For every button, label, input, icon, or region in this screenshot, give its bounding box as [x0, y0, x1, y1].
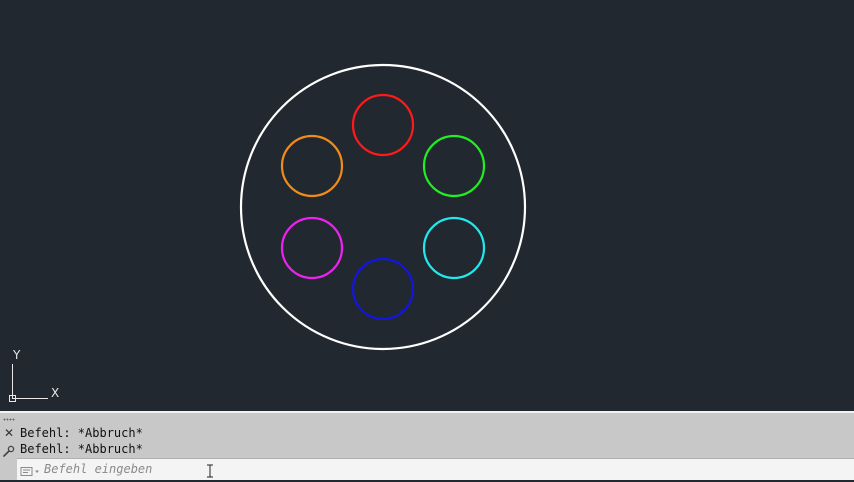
- close-icon[interactable]: ✕: [3, 427, 15, 439]
- ucs-icon: Y X: [0, 340, 80, 410]
- panel-left-strip: [0, 458, 17, 480]
- command-history-line: Befehl: *Abbruch*: [20, 442, 143, 456]
- wrench-icon[interactable]: [2, 443, 15, 457]
- command-prompt-icon[interactable]: [20, 463, 42, 476]
- blue-circle[interactable]: [351, 257, 415, 321]
- drawing-area[interactable]: Y X: [0, 0, 854, 411]
- command-input[interactable]: [44, 460, 824, 478]
- green-circle[interactable]: [422, 134, 486, 198]
- outer-circle[interactable]: [239, 63, 527, 351]
- command-input-bar[interactable]: [17, 458, 854, 480]
- drawing-canvas[interactable]: [0, 0, 854, 411]
- text-cursor-icon: [206, 463, 214, 478]
- red-circle[interactable]: [351, 93, 415, 157]
- magenta-circle[interactable]: [280, 216, 344, 280]
- orange-circle[interactable]: [280, 134, 344, 198]
- ucs-x-label: X: [51, 386, 60, 400]
- ucs-y-label: Y: [13, 348, 21, 362]
- command-history-line: Befehl: *Abbruch*: [20, 426, 143, 440]
- command-line-panel: ✕ Befehl: *Abbruch* Befehl: *Abbruch*: [0, 411, 854, 480]
- cyan-circle[interactable]: [422, 216, 486, 280]
- panel-grip-handle[interactable]: [3, 418, 15, 421]
